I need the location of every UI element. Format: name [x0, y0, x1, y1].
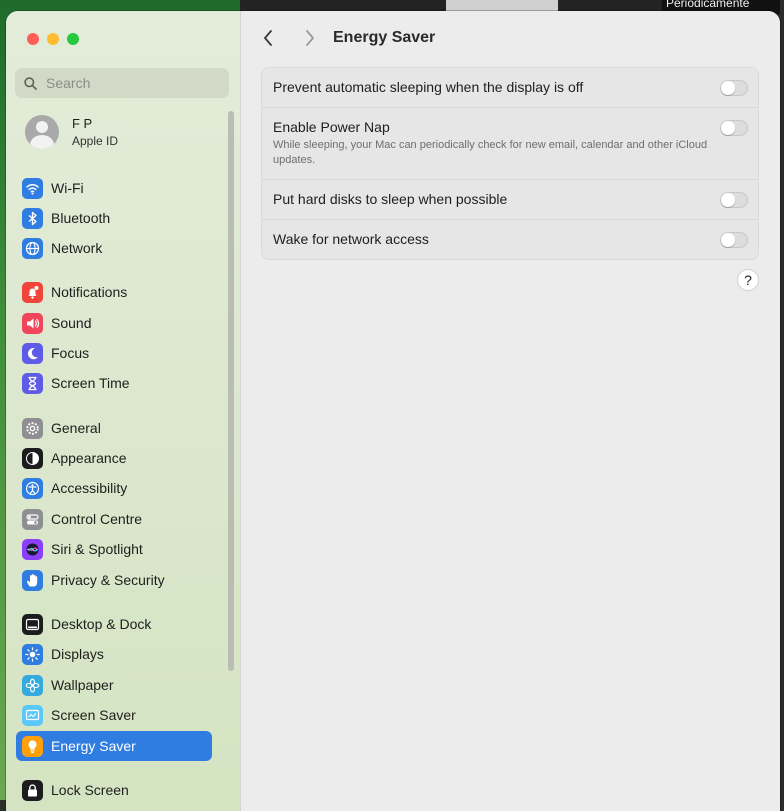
sidebar-item-label: Siri & Spotlight [51, 541, 143, 557]
minimize-window-button[interactable] [47, 33, 59, 45]
setting-title: Put hard disks to sleep when possible [273, 191, 508, 207]
gear-icon [22, 417, 43, 439]
setting-toggle[interactable] [720, 232, 748, 248]
account-name: F P [72, 116, 93, 131]
sidebar-item-wi-fi[interactable]: Wi-Fi [16, 173, 212, 203]
desktop-edge [780, 0, 784, 800]
appearance-icon [22, 447, 43, 469]
sidebar-item-wallpaper[interactable]: Wallpaper [16, 670, 212, 700]
sidebar-item-accessibility[interactable]: Accessibility [16, 473, 212, 503]
bell-icon [22, 281, 43, 303]
speaker-icon [22, 312, 43, 334]
sidebar-item-siri-spotlight[interactable]: Siri & Spotlight [16, 534, 212, 564]
sidebar-item-focus[interactable]: Focus [16, 338, 212, 368]
sidebar-item-label: Control Centre [51, 511, 143, 527]
siri-icon [22, 538, 43, 560]
accessibility-icon [22, 477, 43, 499]
hand-icon [22, 569, 43, 591]
sidebar-item-label: Focus [51, 345, 90, 361]
sidebar-item-screen-saver[interactable]: Screen Saver [16, 700, 212, 730]
sidebar-item-label: Notifications [51, 284, 128, 300]
energy-settings-group: Prevent automatic sleeping when the disp… [261, 67, 759, 260]
sidebar-item-label: Wallpaper [51, 677, 114, 693]
sidebar-item-bluetooth[interactable]: Bluetooth [16, 203, 212, 233]
back-button[interactable] [257, 27, 279, 49]
apple-id-account[interactable]: F P Apple ID [25, 115, 118, 149]
sidebar-item-lock-screen[interactable]: Lock Screen [16, 775, 212, 805]
account-subtitle: Apple ID [72, 134, 119, 148]
sidebar-item-screen-time[interactable]: Screen Time [16, 368, 212, 398]
sidebar-item-label: Sound [51, 315, 92, 331]
wifi-icon [22, 177, 43, 199]
sidebar-item-general[interactable]: General [16, 413, 212, 443]
setting-toggle[interactable] [720, 80, 748, 96]
help-button[interactable]: ? [737, 269, 759, 291]
flower-icon [22, 674, 43, 696]
screensaver-icon [22, 704, 43, 726]
search-icon [24, 76, 37, 90]
sidebar-item-displays[interactable]: Displays [16, 639, 212, 669]
sun-icon [22, 643, 43, 665]
sidebar-item-label: Lock Screen [51, 782, 129, 798]
setting-row: Prevent automatic sleeping when the disp… [262, 68, 758, 108]
zoom-window-button[interactable] [67, 33, 79, 45]
avatar [25, 115, 59, 149]
chevron-right-icon [306, 30, 314, 46]
forward-button[interactable] [299, 27, 321, 49]
sidebar-item-sound[interactable]: Sound [16, 308, 212, 338]
sidebar-scrollbar[interactable] [228, 111, 234, 671]
sidebar-item-label: Wi-Fi [51, 180, 84, 196]
chevron-left-icon [264, 30, 272, 46]
search-field[interactable] [15, 68, 229, 98]
setting-title: Enable Power Nap [273, 119, 390, 135]
sidebar-item-label: Screen Time [51, 375, 130, 391]
sidebar-item-label: Accessibility [51, 480, 128, 496]
sidebar-item-label: Appearance [51, 450, 127, 466]
lock-icon [22, 779, 43, 801]
setting-title: Wake for network access [273, 231, 429, 247]
setting-description: While sleeping, your Mac can periodicall… [273, 139, 708, 166]
search-input[interactable] [44, 74, 218, 92]
sidebar-item-label: Desktop & Dock [51, 616, 152, 632]
sidebar-item-control-centre[interactable]: Control Centre [16, 504, 212, 534]
sidebar-item-label: General [51, 420, 101, 436]
sidebar-item-desktop-dock[interactable]: Desktop & Dock [16, 609, 212, 639]
setting-toggle[interactable] [720, 192, 748, 208]
setting-row: Wake for network access [262, 220, 758, 259]
sidebar-item-label: Network [51, 240, 103, 256]
setting-row: Put hard disks to sleep when possible [262, 180, 758, 220]
sidebar: F P Apple ID Wi-Fi Bluetooth Network Notifi… [6, 11, 241, 811]
sidebar-item-network[interactable]: Network [16, 233, 212, 263]
system-settings-window: F P Apple ID Wi-Fi Bluetooth Network Notifi… [6, 11, 780, 811]
bulb-icon [22, 735, 43, 757]
sidebar-item-appearance[interactable]: Appearance [16, 443, 212, 473]
sidebar-item-label: Screen Saver [51, 707, 136, 723]
setting-title: Prevent automatic sleeping when the disp… [273, 79, 584, 95]
globe-icon [22, 237, 43, 259]
dock-icon [22, 613, 43, 635]
toggles-icon [22, 508, 43, 530]
sidebar-item-label: Energy Saver [51, 738, 136, 754]
setting-row: Enable Power Nap While sleeping, your Mac… [262, 108, 758, 180]
sidebar-item-label: Privacy & Security [51, 572, 165, 588]
setting-toggle[interactable] [720, 120, 748, 136]
close-window-button[interactable] [27, 33, 39, 45]
page-title: Energy Saver [333, 29, 436, 46]
sidebar-item-energy-saver[interactable]: Energy Saver [16, 731, 212, 761]
hourglass-icon [22, 372, 43, 394]
sidebar-item-label: Displays [51, 646, 104, 662]
sidebar-item-notifications[interactable]: Notifications [16, 277, 212, 307]
moon-icon [22, 342, 43, 364]
sidebar-item-label: Bluetooth [51, 210, 111, 226]
content-pane: Energy Saver Prevent automatic sleeping … [241, 11, 780, 811]
window-controls [27, 33, 79, 45]
bluetooth-icon [22, 207, 43, 229]
sidebar-item-privacy-security[interactable]: Privacy & Security [16, 565, 212, 595]
